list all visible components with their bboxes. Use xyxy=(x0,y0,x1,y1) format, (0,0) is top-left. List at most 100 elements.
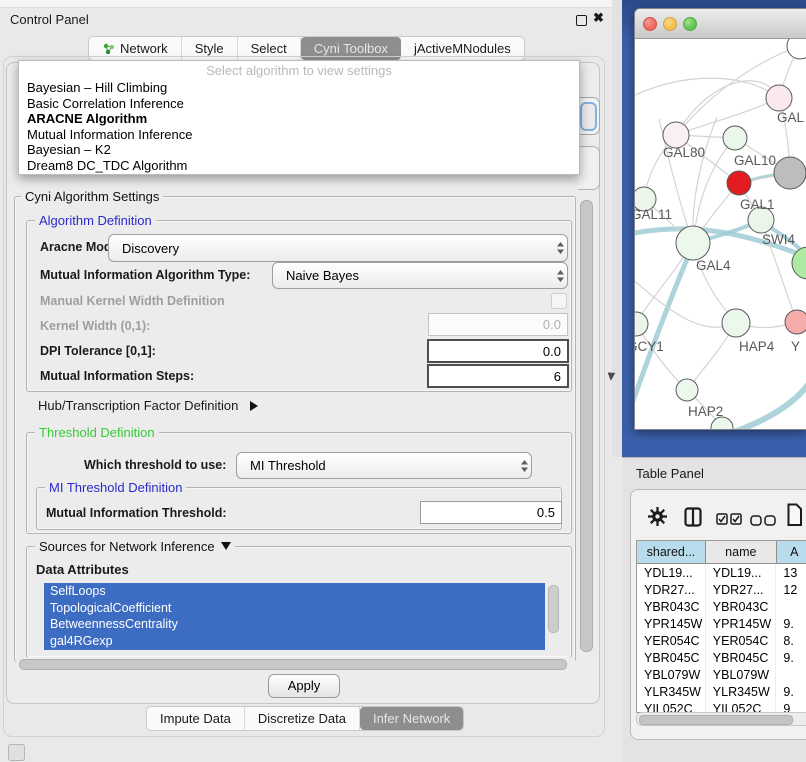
attribute-item-topologicalcoefficient[interactable]: TopologicalCoefficient xyxy=(44,600,545,617)
dpi-tolerance-field[interactable]: 0.0 xyxy=(427,339,569,363)
manual-kernel-label: Manual Kernel Width Definition xyxy=(40,294,225,308)
network-node-gal1[interactable] xyxy=(727,171,751,195)
deselect-all-columns-icon[interactable] xyxy=(750,514,777,529)
network-node-hap2[interactable] xyxy=(676,379,698,401)
table-horizontal-scrollbar[interactable] xyxy=(636,712,806,726)
node-label: GCY1 xyxy=(635,339,664,354)
attributes-scrollbar[interactable] xyxy=(547,584,558,649)
network-graph-icon xyxy=(102,42,115,55)
collapsed-panel-icon[interactable] xyxy=(8,744,25,761)
table-cell: YIL052C xyxy=(637,700,706,712)
dropdown-item-bayesian-hill-climbing[interactable]: Bayesian – Hill Climbing xyxy=(19,80,579,96)
dropdown-item-bayesian-k2[interactable]: Bayesian – K2 xyxy=(19,142,579,158)
dropdown-item-basic-correlation-inference[interactable]: Basic Correlation Inference xyxy=(19,96,579,112)
mi-type-label: Mutual Information Algorithm Type: xyxy=(40,268,250,282)
select-all-columns-icon[interactable] xyxy=(716,513,743,528)
column-header-name[interactable]: name xyxy=(706,541,777,563)
attribute-item-betweennesscentrality[interactable]: BetweennessCentrality xyxy=(44,616,545,633)
data-attributes-list[interactable]: SelfLoopsTopologicalCoefficientBetweenne… xyxy=(44,583,545,650)
table-cell: YLR345W xyxy=(706,683,777,700)
dropdown-item-dream8-dc-tdc-algorithm[interactable]: Dream8 DC_TDC Algorithm xyxy=(19,158,579,174)
manual-kernel-checkbox[interactable] xyxy=(551,293,567,309)
network-node[interactable] xyxy=(774,157,806,189)
dropdown-item-mutual-information-inference[interactable]: Mutual Information Inference xyxy=(19,127,579,143)
table-row[interactable]: YPR145WYPR145W9. xyxy=(637,615,806,632)
table-row[interactable]: YIL052CYIL052C9 xyxy=(637,700,806,712)
new-table-icon[interactable] xyxy=(787,503,803,530)
network-node-gal4[interactable] xyxy=(676,226,710,260)
table-cell: YDR27... xyxy=(637,581,706,598)
node-label: GAL xyxy=(777,110,805,125)
scrollbar-thumb[interactable] xyxy=(548,585,559,633)
network-node-y[interactable] xyxy=(785,310,806,334)
focus-ring xyxy=(580,102,597,131)
algorithm-dropdown: Select algorithm to view settings Bayesi… xyxy=(18,60,580,175)
column-header-shared[interactable]: shared... xyxy=(637,541,706,563)
node-label: HAP2 xyxy=(688,404,723,419)
table-cell: 12 xyxy=(776,581,806,598)
network-node[interactable] xyxy=(787,39,806,59)
apply-button[interactable]: Apply xyxy=(268,674,340,698)
tab-label: Style xyxy=(195,41,224,56)
attribute-item-selfloops[interactable]: SelfLoops xyxy=(44,583,545,600)
table-row[interactable]: YER054CYER054C8. xyxy=(637,632,806,649)
aracne-mode-value: Discovery xyxy=(109,241,553,256)
tab-infer-network[interactable]: Infer Network xyxy=(360,707,463,730)
minimize-traffic-light-icon[interactable] xyxy=(663,17,677,31)
network-node-gcy1[interactable] xyxy=(635,312,648,336)
table-row[interactable]: YBL079WYBL079W xyxy=(637,666,806,683)
network-node-hap4[interactable] xyxy=(722,309,750,337)
network-node-gal[interactable] xyxy=(766,85,792,111)
split-columns-icon[interactable] xyxy=(684,507,702,530)
zoom-traffic-light-icon[interactable] xyxy=(683,17,697,31)
network-node-gal10[interactable] xyxy=(723,126,747,150)
table-cell: 13 xyxy=(776,564,806,581)
which-threshold-value: MI Threshold xyxy=(237,458,517,473)
scrollbar-thumb[interactable] xyxy=(580,200,593,652)
which-threshold-select[interactable]: MI Threshold xyxy=(236,452,532,479)
sources-toggle[interactable]: Sources for Network Inference xyxy=(35,539,235,554)
network-edge xyxy=(636,324,687,390)
settings-horizontal-scrollbar[interactable] xyxy=(16,657,576,670)
table-row[interactable]: YDR27...YDR27...12 xyxy=(637,581,806,598)
dropdown-item-aracne-algorithm[interactable]: ARACNE Algorithm xyxy=(19,111,579,127)
dpi-tolerance-label: DPI Tolerance [0,1]: xyxy=(40,344,156,358)
control-panel-titlebar: Control Panel ✖ xyxy=(0,8,612,32)
float-window-icon[interactable] xyxy=(576,15,587,26)
table-row[interactable]: YBR043CYBR043C xyxy=(637,598,806,615)
network-canvas[interactable]: GALGAL80GAL10GAL1GAL11SWI4GAL4GCY1HAP4YH… xyxy=(635,39,806,429)
scrollbar-thumb[interactable] xyxy=(639,715,793,725)
settings-vertical-scrollbar[interactable] xyxy=(578,198,592,656)
hub-section-toggle[interactable]: Hub/Transcription Factor Definition xyxy=(38,398,258,413)
column-header-a[interactable]: A xyxy=(777,541,806,563)
panel-title: Control Panel xyxy=(10,12,89,27)
table-cell: 9. xyxy=(776,649,806,666)
mi-algorithm-type-select[interactable]: Naive Bayes xyxy=(272,262,568,289)
node-label: GAL10 xyxy=(734,153,776,168)
table-row[interactable]: YBR045CYBR045C9. xyxy=(637,649,806,666)
node-label: GAL4 xyxy=(696,258,731,273)
kernel-width-field[interactable]: 0.0 xyxy=(428,313,568,336)
dropdown-placeholder: Select algorithm to view settings xyxy=(19,61,579,80)
tab-discretize-data[interactable]: Discretize Data xyxy=(245,707,360,730)
scrollbar-thumb[interactable] xyxy=(19,659,567,670)
table-row[interactable]: YDL19...YDL19...13 xyxy=(637,564,806,581)
mi-type-value: Naive Bayes xyxy=(273,268,553,283)
close-icon[interactable]: ✖ xyxy=(593,10,604,26)
tab-impute-data[interactable]: Impute Data xyxy=(147,707,245,730)
mi-threshold-field[interactable]: 0.5 xyxy=(420,501,562,524)
panel-divider[interactable] xyxy=(612,0,622,457)
table-cell: YER054C xyxy=(637,632,706,649)
close-traffic-light-icon[interactable] xyxy=(643,17,657,31)
cyni-mode-tabs: Impute Data Discretize Data Infer Network xyxy=(146,706,464,731)
gear-icon[interactable] xyxy=(648,507,667,529)
mi-steps-field[interactable]: 6 xyxy=(427,364,569,388)
attribute-item-gal4rgexp[interactable]: gal4RGexp xyxy=(44,633,545,650)
algorithm-dropdown-list: Bayesian – Hill ClimbingBasic Correlatio… xyxy=(19,80,579,174)
aracne-mode-select[interactable]: Discovery xyxy=(108,234,568,262)
table-cell: YER054C xyxy=(706,632,777,649)
network-window-titlebar[interactable] xyxy=(635,9,806,39)
collapsed-arrow-icon xyxy=(250,401,258,411)
table-row[interactable]: YLR345WYLR345W9. xyxy=(637,683,806,700)
tab-label: Discretize Data xyxy=(258,711,346,726)
